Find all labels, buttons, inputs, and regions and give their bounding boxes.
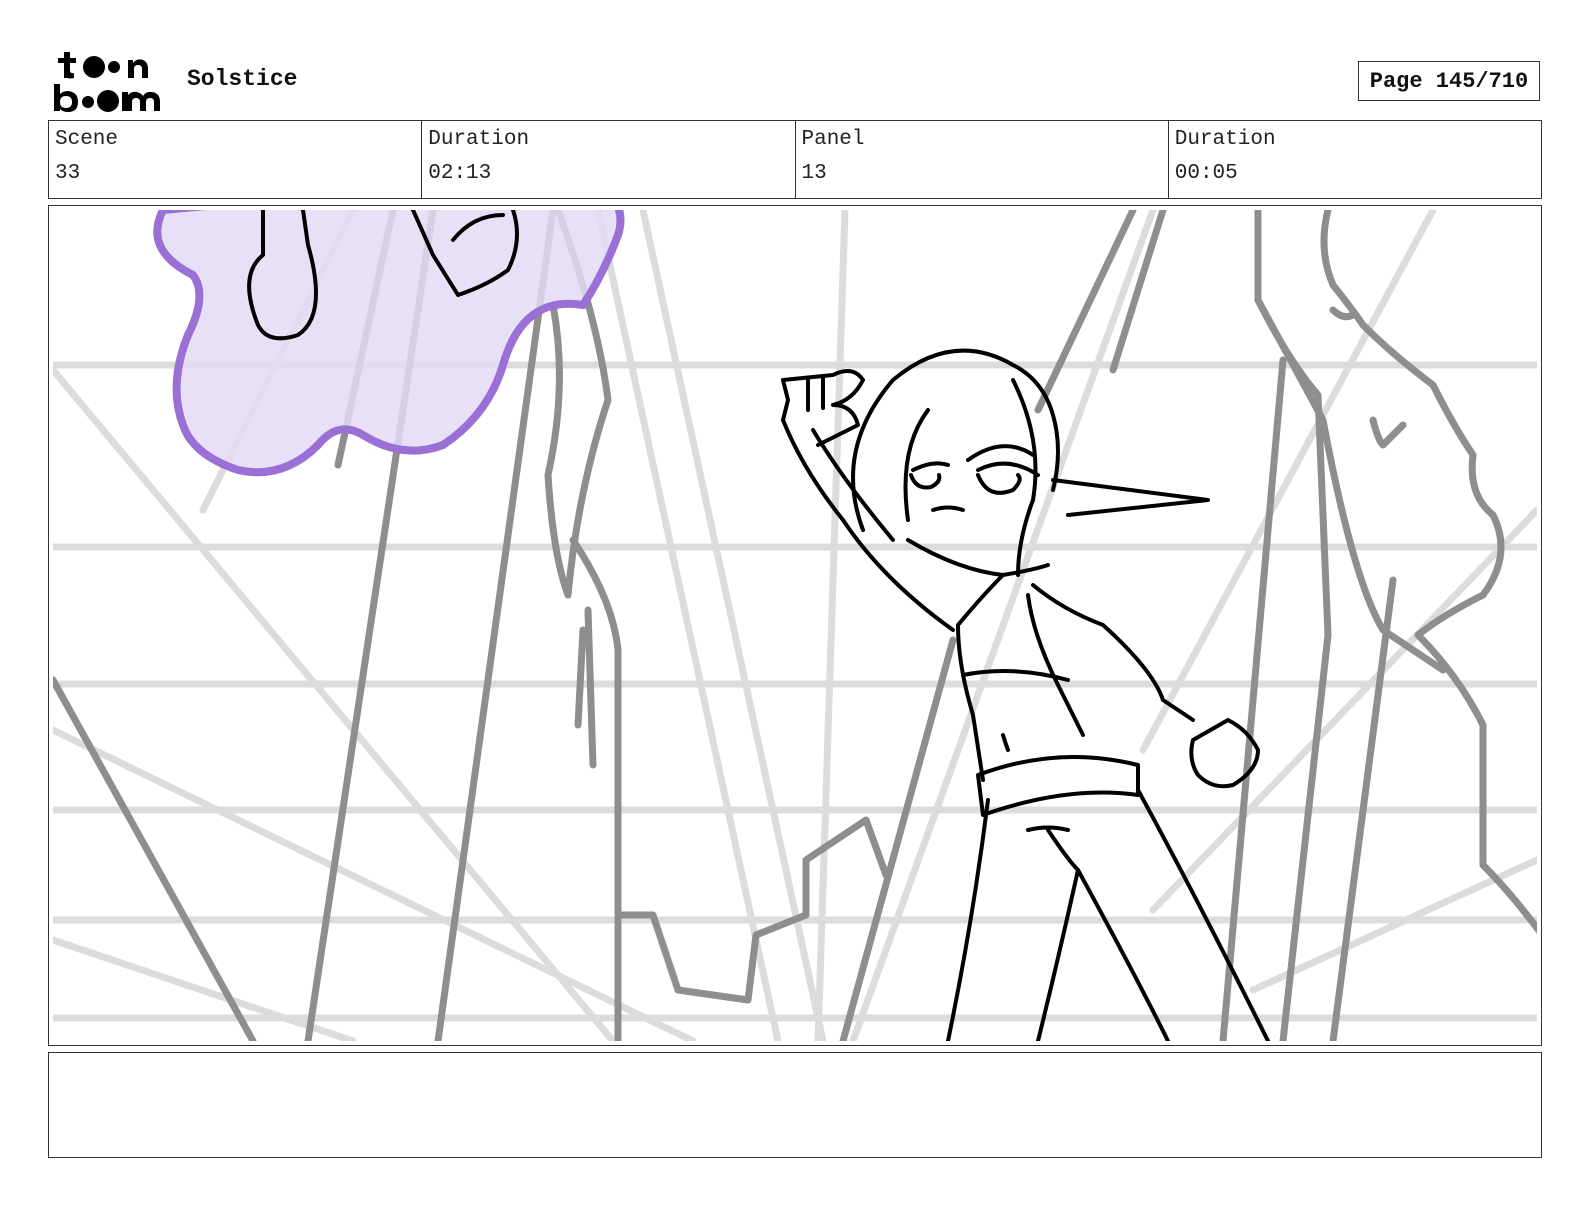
panel-duration-cell: Duration 00:05 xyxy=(1169,121,1541,198)
panel-label: Panel xyxy=(801,128,865,151)
logo-top-row xyxy=(58,52,148,79)
scene-info-table: Scene 33 Duration 02:13 Panel 13 Duratio… xyxy=(48,120,1542,199)
magic-blob xyxy=(153,210,625,477)
scene-label: Scene xyxy=(55,128,119,151)
panel-duration-value: 00:05 xyxy=(1174,162,1238,185)
storyboard-panel[interactable] xyxy=(48,205,1542,1046)
panel-notes[interactable] xyxy=(48,1052,1542,1158)
panel-value: 13 xyxy=(801,162,827,185)
scene-duration-value: 02:13 xyxy=(428,162,492,185)
panel-drawing xyxy=(53,210,1537,1041)
panel-duration-label: Duration xyxy=(1174,128,1276,151)
scene-value: 33 xyxy=(55,162,81,185)
page-indicator: Page 145/710 xyxy=(1358,61,1540,101)
scene-cell: Scene 33 xyxy=(49,121,423,198)
scene-duration-cell: Duration 02:13 xyxy=(422,121,796,198)
project-title: Solstice xyxy=(187,66,298,92)
logo-bottom-row xyxy=(54,84,160,112)
panel-cell: Panel 13 xyxy=(796,121,1169,198)
scene-duration-label: Duration xyxy=(428,128,530,151)
toonboom-logo xyxy=(54,52,160,112)
